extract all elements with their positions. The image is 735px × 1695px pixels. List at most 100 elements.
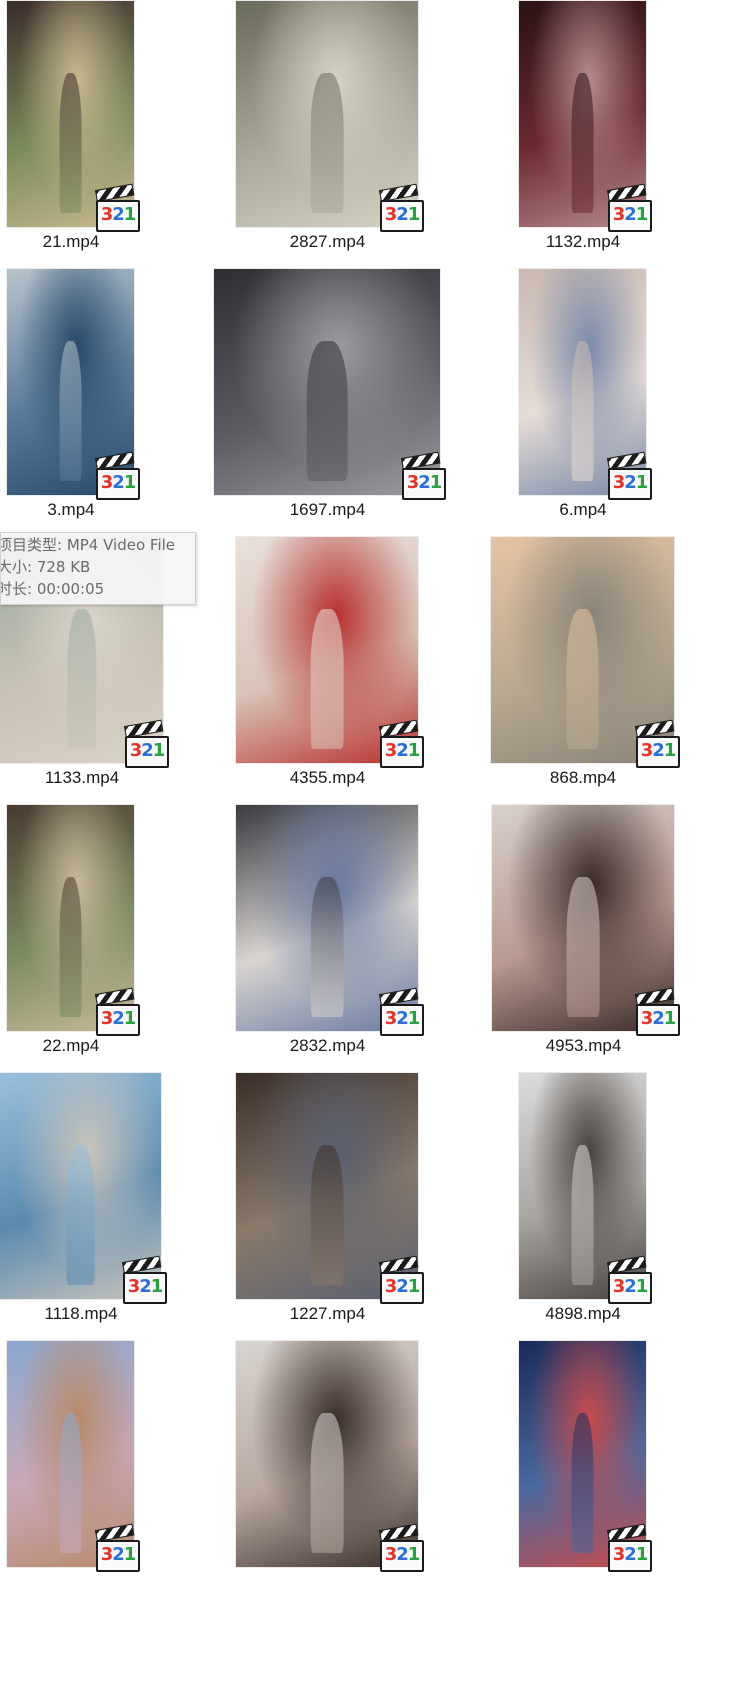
badge-digits: 321 <box>380 200 424 232</box>
badge-digits: 321 <box>380 1540 424 1572</box>
file-item[interactable]: 321 1132.mp4 <box>490 0 735 290</box>
badge-digit: 3 <box>384 740 397 761</box>
file-name-label[interactable]: 2827.mp4 <box>205 232 450 252</box>
badge-digit: 1 <box>663 1008 676 1029</box>
badge-digits: 321 <box>636 736 680 768</box>
badge-digit: 2 <box>141 740 153 761</box>
badge-digits: 321 <box>96 200 140 232</box>
file-name-label[interactable]: 21.mp4 <box>0 232 194 252</box>
badge-digits: 321 <box>636 1004 680 1036</box>
file-name-label[interactable]: 4898.mp4 <box>461 1304 706 1324</box>
thumbnail-subject <box>566 877 600 1018</box>
badge-digit: 3 <box>129 740 142 761</box>
badge-digit: 2 <box>112 1008 124 1029</box>
badge-digit: 3 <box>100 1008 113 1029</box>
file-name-label[interactable]: 1133.mp4 <box>0 768 205 788</box>
file-item[interactable]: 321 <box>236 1340 490 1630</box>
badge-digit: 3 <box>100 204 113 225</box>
badge-digit: 3 <box>384 1544 397 1565</box>
mpc-player-icon: 321 <box>94 183 140 232</box>
tooltip-size: 大小: 728 KB <box>0 558 91 576</box>
mpc-player-icon: 321 <box>378 987 424 1036</box>
file-name-label[interactable]: 1132.mp4 <box>461 232 706 252</box>
badge-digit: 1 <box>635 1276 648 1297</box>
thumbnail-subject <box>59 1413 82 1554</box>
mpc-player-icon: 321 <box>606 451 652 500</box>
badge-digit: 3 <box>640 1008 653 1029</box>
badge-digits: 321 <box>96 468 140 500</box>
badge-digit: 2 <box>396 1544 408 1565</box>
badge-digit: 3 <box>127 1276 140 1297</box>
badge-digit: 3 <box>384 1008 397 1029</box>
file-name-label[interactable]: 4355.mp4 <box>205 768 450 788</box>
badge-digit: 2 <box>396 1276 408 1297</box>
mpc-player-icon: 321 <box>378 1523 424 1572</box>
file-name-label[interactable]: 4953.mp4 <box>461 1036 706 1056</box>
file-name-label[interactable]: 2832.mp4 <box>205 1036 450 1056</box>
badge-digits: 321 <box>380 736 424 768</box>
badge-digit: 3 <box>100 472 113 493</box>
badge-digit: 3 <box>612 1276 625 1297</box>
thumbnail-subject <box>571 73 594 214</box>
badge-digit: 2 <box>418 472 430 493</box>
badge-digit: 1 <box>150 1276 163 1297</box>
thumbnail-subject <box>306 341 348 482</box>
badge-digit: 2 <box>112 204 124 225</box>
mpc-player-icon: 321 <box>606 1523 652 1572</box>
badge-digit: 2 <box>112 472 124 493</box>
file-item[interactable]: 321 <box>490 1340 735 1630</box>
badge-digits: 321 <box>380 1004 424 1036</box>
file-item[interactable]: 321 1697.mp4 <box>214 268 490 558</box>
file-item[interactable]: 321 4953.mp4 <box>490 804 735 1094</box>
badge-digits: 321 <box>402 468 446 500</box>
file-name-label[interactable]: 1697.mp4 <box>205 500 450 520</box>
badge-digit: 1 <box>663 740 676 761</box>
badge-digit: 1 <box>123 204 136 225</box>
file-item[interactable]: 321 2827.mp4 <box>236 0 490 290</box>
badge-digit: 3 <box>640 740 653 761</box>
badge-digit: 1 <box>407 740 420 761</box>
thumbnail-subject <box>59 73 82 214</box>
file-item[interactable]: 321 868.mp4 <box>490 536 735 826</box>
badge-digit: 2 <box>396 1008 408 1029</box>
badge-digit: 2 <box>624 1276 636 1297</box>
badge-digits: 321 <box>380 1272 424 1304</box>
file-item[interactable]: 321 1227.mp4 <box>236 1072 490 1362</box>
badge-digit: 1 <box>407 1276 420 1297</box>
thumbnail-subject <box>566 609 599 750</box>
badge-digit: 2 <box>624 472 636 493</box>
file-name-label[interactable]: 1227.mp4 <box>205 1304 450 1324</box>
mpc-player-icon: 321 <box>378 719 424 768</box>
mpc-player-icon: 321 <box>634 719 680 768</box>
badge-digits: 321 <box>96 1540 140 1572</box>
badge-digit: 3 <box>384 204 397 225</box>
file-name-label[interactable]: 6.mp4 <box>461 500 706 520</box>
file-item[interactable]: 321 4355.mp4 <box>236 536 490 826</box>
tooltip-duration: 时长: 00:00:05 <box>0 580 105 598</box>
file-name-label[interactable]: 1118.mp4 <box>0 1304 204 1324</box>
file-item[interactable]: 321 4898.mp4 <box>490 1072 735 1362</box>
file-item[interactable]: 321 6.mp4 <box>490 268 735 558</box>
badge-digit: 2 <box>624 204 636 225</box>
mpc-player-icon: 321 <box>606 183 652 232</box>
file-thumbnail-grid: 321 21.mp4 321 2827.mp4 321 1132.mp4 321 3.mp4 3… <box>0 0 735 1695</box>
file-item[interactable]: 321 <box>0 1340 245 1630</box>
mpc-player-icon: 321 <box>121 1255 167 1304</box>
badge-digit: 3 <box>612 204 625 225</box>
file-name-label[interactable]: 22.mp4 <box>0 1036 194 1056</box>
badge-digit: 1 <box>407 204 420 225</box>
badge-digits: 321 <box>123 1272 167 1304</box>
file-item[interactable]: 321 2832.mp4 <box>236 804 490 1094</box>
thumbnail-subject <box>571 341 594 482</box>
thumbnail-subject <box>310 1413 344 1554</box>
thumbnail-subject <box>310 877 344 1018</box>
badge-digit: 2 <box>396 740 408 761</box>
tooltip-item-type: 项目类型: MP4 Video File <box>0 536 176 554</box>
thumbnail-subject <box>310 73 344 214</box>
file-name-label[interactable]: 3.mp4 <box>0 500 194 520</box>
badge-digit: 1 <box>123 1008 136 1029</box>
mpc-player-icon: 321 <box>94 987 140 1036</box>
file-name-label[interactable]: 868.mp4 <box>461 768 706 788</box>
mpc-player-icon: 321 <box>123 719 169 768</box>
badge-digits: 321 <box>608 468 652 500</box>
